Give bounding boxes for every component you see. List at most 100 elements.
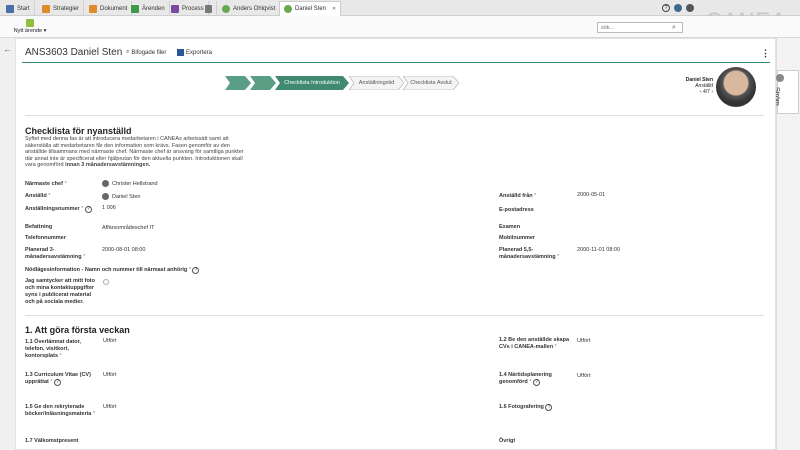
tab-start[interactable]: Start (2, 1, 35, 16)
item-label-1-4: 1.4 Närtidsplanering genomförd * ? (499, 372, 552, 386)
item-value-1-3[interactable]: Utfört (103, 372, 116, 378)
field-value-befattning[interactable]: Affärsområdeschef IT (102, 225, 154, 231)
form-title: Checklista för nyanställd (25, 126, 132, 136)
step-checklist-intro[interactable]: Checklista Introduktion (275, 76, 349, 90)
tab-label: Ärenden (142, 5, 165, 12)
intro-text: Syftet med denna fas är att introducera … (25, 136, 250, 169)
close-icon[interactable]: ✕ (332, 6, 336, 12)
item-value-1-4[interactable]: Utfört (577, 373, 590, 379)
profile-info: Daniel Sten Anställd ‹ 4/7 › (656, 77, 713, 95)
paperclip-icon: ⌕ (126, 49, 130, 55)
export-button[interactable]: Exportera (177, 49, 212, 56)
help-icon[interactable]: ? (545, 404, 553, 411)
help-icon[interactable]: ? (84, 206, 92, 213)
field-value-nr[interactable]: 1 006 (102, 205, 116, 211)
step-1[interactable] (225, 76, 251, 90)
help-icon[interactable]: ? (192, 267, 200, 274)
search-icon[interactable]: ⌕ (672, 24, 676, 32)
main-panel: ANS3603 Daniel Sten ⌕ Bifogade filer Exp… (15, 38, 776, 450)
add-icon (26, 19, 34, 27)
item-value-1-5[interactable]: Utfört (103, 404, 116, 410)
word-icon (177, 49, 184, 56)
step-label: Anställningstid (358, 80, 395, 86)
tab-label: Strategier (53, 5, 80, 12)
item-value-1-2[interactable]: Utfört (577, 338, 590, 344)
avatar (716, 67, 756, 107)
item-label-1-6: 1.6 Fotografering ? (499, 404, 553, 411)
step-2[interactable] (250, 76, 276, 90)
field-value-p3[interactable]: 2000-08-01 08:00 (102, 247, 145, 253)
field-label-chef: Närmaste chef * (25, 181, 67, 187)
field-label-fran: Anställd från * (499, 193, 537, 199)
new-case-label: Nytt ärende (13, 28, 43, 34)
field-label-nod: Nödlägesinformation - Namn och nummer ti… (25, 267, 200, 274)
search-input[interactable] (597, 22, 683, 33)
back-arrow-icon[interactable]: ← (3, 44, 12, 54)
home-icon (6, 4, 14, 13)
process-icon (171, 4, 179, 13)
item-label-1-1: 1.1 Överlämnat dator, telefon, visitkort… (25, 339, 81, 359)
item-value-1-1[interactable]: Utfört (103, 338, 116, 344)
more-menu-icon[interactable]: ⋮ (761, 48, 770, 59)
item-label-1-7: 1.7 Välkomstpresent (25, 438, 79, 444)
person-icon (102, 193, 109, 200)
section-title: 1. Att göra första veckan (25, 325, 130, 335)
field-label-befattning: Befattning (25, 224, 53, 230)
header-divider (22, 62, 770, 63)
page-title: ANS3603 Daniel Sten (25, 47, 123, 58)
field-label-samtycke: Jag samtycker att mitt foto och mina kon… (25, 278, 95, 305)
person-icon (222, 4, 230, 13)
field-value-fran[interactable]: 2000-05-01 (577, 192, 605, 198)
tab-label: Start (17, 5, 30, 12)
step-label: Checklista Avslut (410, 80, 452, 86)
tab-daniel-sten[interactable]: Daniel Sten ✕ (279, 1, 342, 16)
chevron-down-icon: ▾ (43, 28, 47, 34)
field-label-tel: Telefonnummer (25, 235, 66, 241)
app-tab-bar: Start Strategier Dokument Ärenden Proces… (0, 0, 800, 16)
tab-strategier[interactable]: Strategier (38, 1, 85, 16)
field-label-epost: E-postadress (499, 207, 534, 213)
step-label: Checklista Introduktion (284, 80, 340, 86)
step-checklist-avslut[interactable]: Checklista Avslut (403, 76, 459, 90)
intro-bold: innan 3 månadersavstämningen. (65, 162, 151, 168)
field-label-nr: Anställningsnummer * ? (25, 206, 95, 213)
item-label-ovrigt: Övrigt (499, 438, 516, 444)
tab-label: Dokument (100, 5, 128, 12)
item-label-1-2: 1.2 Be den anställde skapa CVs i CANEA-m… (499, 337, 570, 350)
windows-icon (205, 4, 212, 13)
new-case-button[interactable]: Nytt ärende ▾ (3, 19, 57, 34)
prev-icon[interactable]: ‹ (700, 89, 702, 95)
field-label-p3: Planerad 3-månadersavstämning * (25, 247, 86, 260)
document-icon (89, 4, 97, 13)
consent-checkbox[interactable] (103, 279, 109, 285)
next-icon[interactable]: › (711, 89, 713, 95)
case-icon (131, 4, 139, 13)
tab-arenden[interactable]: Ärenden (127, 1, 170, 16)
user-icon[interactable] (674, 4, 682, 12)
step-anstallningstid[interactable]: Anställningstid (349, 76, 404, 90)
profile-pager: 4/7 (702, 89, 710, 95)
field-label-mobil: Mobilnummer (499, 235, 536, 241)
help-icon[interactable]: ? (532, 379, 540, 386)
tab-switch[interactable] (201, 1, 217, 16)
field-label-p55: Planerad 5,5-månadersavstämning * (499, 247, 560, 260)
tab-dokument[interactable]: Dokument (85, 1, 133, 16)
person-icon (284, 5, 292, 13)
help-icon[interactable]: ? (662, 4, 670, 12)
field-label-anstalld: Anställd * (25, 193, 51, 199)
strom-side-tab[interactable]: Ström (773, 70, 799, 114)
left-rail: ← (0, 38, 14, 450)
tab-label: Anders Ohlqvist (233, 5, 276, 12)
settings-icon[interactable] (686, 4, 694, 12)
strategy-icon (42, 4, 50, 13)
item-label-1-3: 1.3 Curriculum Vitae (CV) upprättat * ? (25, 372, 91, 386)
tab-label: Daniel Sten (295, 6, 327, 12)
person-icon (102, 180, 109, 187)
field-value-anstalld[interactable]: Daniel Sten (102, 193, 140, 200)
field-value-chef[interactable]: Christer Hellstrand (102, 180, 158, 187)
attachments-button[interactable]: ⌕ Bifogade filer (126, 49, 166, 56)
attachments-label: Bifogade filer (131, 49, 167, 56)
help-icon[interactable]: ? (54, 379, 62, 386)
field-label-examen: Examen (499, 224, 521, 230)
field-value-p55[interactable]: 2000-11-01 08:00 (577, 247, 620, 253)
